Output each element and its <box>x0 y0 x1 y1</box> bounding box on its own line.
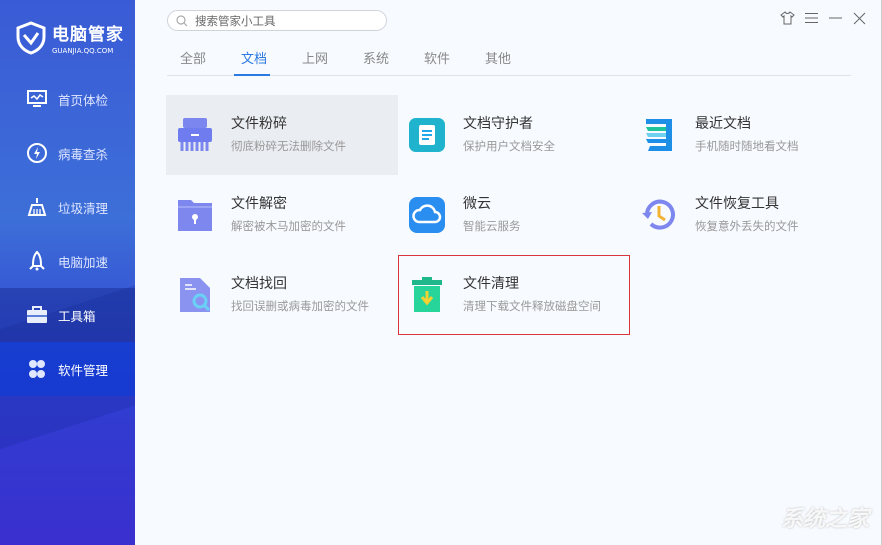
tool-document-retrieve[interactable]: 文档找回找回误删或病毒加密的文件 <box>166 255 398 335</box>
menu-icon[interactable] <box>803 10 819 26</box>
tool-desc: 恢复意外丢失的文件 <box>695 218 799 233</box>
tab-other[interactable]: 其他 <box>472 48 533 75</box>
sidebar-item-label: 软件管理 <box>58 362 109 378</box>
sidebar: 电脑管家 GUANJIA.QQ.COM 首页体检 病毒查杀 垃圾清理 电脑加速 … <box>0 0 135 545</box>
sidebar-item-junk-clean[interactable]: 垃圾清理 <box>0 180 135 234</box>
broom-icon <box>27 198 47 216</box>
category-tabs: 全部 文档 上网 系统 软件 其他 <box>167 48 851 76</box>
app-subtitle: GUANJIA.QQ.COM <box>52 47 114 55</box>
tool-name: 文件恢复工具 <box>695 195 779 212</box>
search-icon <box>176 14 188 26</box>
tool-name: 文件解密 <box>231 195 287 212</box>
sidebar-item-speedup[interactable]: 电脑加速 <box>0 234 135 288</box>
app-logo: 电脑管家 GUANJIA.QQ.COM <box>16 20 124 55</box>
sidebar-item-label: 垃圾清理 <box>58 200 109 216</box>
tab-all[interactable]: 全部 <box>167 48 228 75</box>
window-controls <box>779 10 867 26</box>
tab-documents[interactable]: 文档 <box>228 48 289 76</box>
shield-logo-icon <box>16 20 46 55</box>
sidebar-item-toolbox[interactable]: 工具箱 <box>0 288 135 342</box>
tool-name: 文档找回 <box>231 275 287 292</box>
tool-desc: 清理下载文件释放磁盘空间 <box>463 298 601 313</box>
tool-file-cleanup[interactable]: 文件清理清理下载文件释放磁盘空间 <box>398 255 630 335</box>
document-guardian-icon <box>409 118 445 152</box>
sidebar-item-home-checkup[interactable]: 首页体检 <box>0 72 135 126</box>
trash-download-icon <box>412 277 442 312</box>
sidebar-item-software[interactable]: 软件管理 <box>0 342 135 396</box>
sidebar-item-label: 病毒查杀 <box>58 146 109 162</box>
tool-name: 文档守护者 <box>463 115 533 132</box>
toolbox-icon <box>27 306 47 323</box>
tool-desc: 解密被木马加密的文件 <box>231 218 346 233</box>
rocket-icon <box>29 250 45 271</box>
tool-file-shredder[interactable]: 文件粉碎彻底粉碎无法删除文件 <box>166 95 398 175</box>
tool-recent-documents[interactable]: 最近文档手机随时随地看文档 <box>630 95 862 175</box>
tool-desc: 手机随时随地看文档 <box>695 138 799 153</box>
app-title: 电脑管家 <box>52 25 124 45</box>
tab-internet[interactable]: 上网 <box>289 48 350 75</box>
software-icon <box>29 360 45 378</box>
search-input[interactable]: 搜索管家小工具 <box>167 10 387 31</box>
tab-software[interactable]: 软件 <box>411 48 472 75</box>
document-search-icon <box>180 278 211 312</box>
recent-documents-icon <box>646 119 672 151</box>
tool-desc: 保护用户文档安全 <box>463 138 555 153</box>
sidebar-nav: 首页体检 病毒查杀 垃圾清理 电脑加速 工具箱 软件管理 <box>0 72 135 396</box>
sidebar-item-label: 首页体检 <box>58 92 109 108</box>
tool-file-recovery[interactable]: 文件恢复工具恢复意外丢失的文件 <box>630 175 862 255</box>
main-panel: 搜索管家小工具 全部 文档 上网 系统 软件 其他 文件粉碎彻底粉碎无法删除文件… <box>135 0 882 545</box>
locked-folder-icon <box>178 200 212 231</box>
cloud-icon <box>409 197 445 233</box>
skin-icon[interactable] <box>779 10 795 26</box>
tool-weiyun[interactable]: 微云 智能云服务 <box>398 175 630 255</box>
tool-grid: 文件粉碎彻底粉碎无法删除文件 文档守护者保护用户文档安全 最近文档手机随时随地看… <box>166 95 862 335</box>
tool-document-guardian[interactable]: 文档守护者保护用户文档安全 <box>398 95 630 175</box>
close-icon[interactable] <box>851 10 867 26</box>
lightning-shield-icon <box>27 143 47 163</box>
tool-file-decrypt[interactable]: 文件解密解密被木马加密的文件 <box>166 175 398 255</box>
sidebar-item-label: 电脑加速 <box>58 254 109 270</box>
tool-name: 文件粉碎 <box>231 115 287 132</box>
monitor-icon <box>27 90 47 107</box>
tab-system[interactable]: 系统 <box>350 48 411 75</box>
shredder-icon <box>178 118 212 151</box>
clock-restore-icon <box>642 199 675 230</box>
tool-name: 微云 <box>463 195 491 212</box>
tool-desc: 智能云服务 <box>463 218 521 233</box>
minimize-icon[interactable] <box>827 10 843 26</box>
tool-desc: 找回误删或病毒加密的文件 <box>231 298 369 313</box>
tool-name: 文件清理 <box>463 275 519 292</box>
tool-name: 最近文档 <box>695 115 751 132</box>
sidebar-item-label: 工具箱 <box>58 308 96 324</box>
search-placeholder: 搜索管家小工具 <box>195 13 276 28</box>
sidebar-item-virus-scan[interactable]: 病毒查杀 <box>0 126 135 180</box>
tool-desc: 彻底粉碎无法删除文件 <box>231 138 346 153</box>
watermark-logo: 系统之家 <box>780 507 869 532</box>
